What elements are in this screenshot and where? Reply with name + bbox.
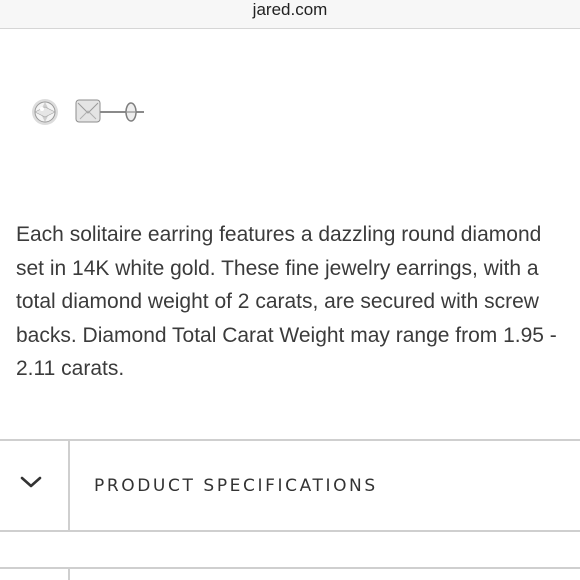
product-thumbnails [24, 92, 154, 136]
product-page: jared.com Each solitaire earring feature [0, 0, 580, 580]
url-text: jared.com [252, 0, 328, 19]
earring-side-view-icon [75, 99, 144, 123]
product-description: Each solitaire earring features a dazzli… [16, 223, 557, 380]
product-specifications-accordion[interactable]: PRODUCT SPECIFICATIONS [0, 439, 580, 532]
browser-address-bar[interactable]: jared.com [0, 0, 580, 29]
thumbnail-front[interactable] [28, 92, 62, 133]
accordion-title: PRODUCT SPECIFICATIONS [94, 476, 378, 496]
next-accordion-toggle[interactable] [0, 569, 70, 580]
accordion-toggle[interactable] [0, 441, 70, 530]
thumbnail-side[interactable] [72, 92, 152, 133]
chevron-down-icon [20, 476, 42, 488]
diamond-top-view-icon [32, 99, 58, 125]
next-accordion[interactable] [0, 567, 580, 580]
